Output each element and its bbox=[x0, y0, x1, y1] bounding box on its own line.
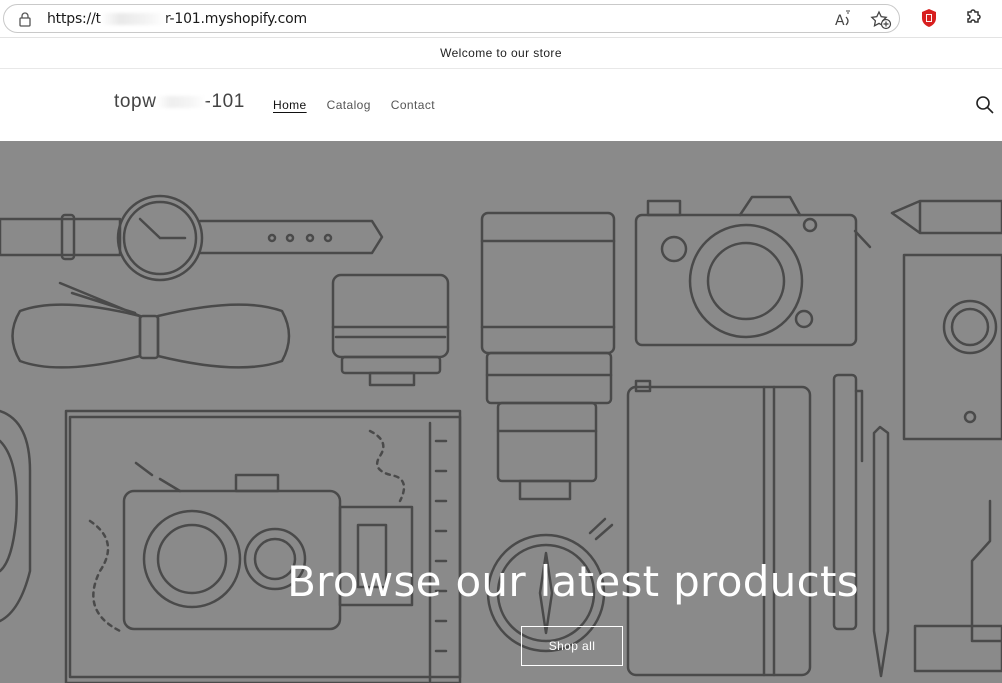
hero-banner: Browse our latest products Shop all bbox=[0, 141, 1002, 683]
bowtie-illustration bbox=[11, 281, 291, 369]
nav-contact[interactable]: Contact bbox=[391, 98, 435, 112]
main-nav: Home Catalog Contact bbox=[273, 98, 435, 112]
shop-all-button[interactable]: Shop all bbox=[521, 626, 623, 666]
search-icon[interactable] bbox=[975, 95, 995, 115]
lens-illustration bbox=[331, 273, 450, 387]
redacted-text bbox=[156, 95, 205, 108]
announcement-bar: Welcome to our store bbox=[0, 37, 1002, 69]
browser-toolbar: https://t r-101.myshopify.com A bbox=[0, 0, 1002, 38]
extensions-icon[interactable] bbox=[963, 7, 983, 27]
watch-illustration bbox=[0, 194, 384, 282]
address-bar[interactable]: https://t r-101.myshopify.com A bbox=[3, 4, 900, 33]
certificate-illustration bbox=[902, 253, 1002, 441]
nav-home[interactable]: Home bbox=[273, 98, 307, 112]
redacted-text bbox=[100, 13, 165, 25]
nav-catalog[interactable]: Catalog bbox=[327, 98, 371, 112]
url-prefix: https://t bbox=[47, 11, 101, 27]
announcement-text: Welcome to our store bbox=[440, 46, 562, 60]
logo-suffix: -101 bbox=[204, 91, 245, 112]
camera-illustration bbox=[634, 195, 872, 347]
lock-icon[interactable] bbox=[17, 11, 33, 27]
svg-text:A: A bbox=[835, 13, 845, 28]
url-suffix: r-101.myshopify.com bbox=[164, 11, 307, 27]
url-text[interactable]: https://t r-101.myshopify.com bbox=[47, 11, 307, 27]
zoom-lens-illustration bbox=[480, 211, 616, 501]
adblock-extension-icon[interactable] bbox=[919, 8, 939, 28]
favorites-icon[interactable] bbox=[870, 10, 892, 30]
hero-title: Browse our latest products bbox=[287, 557, 859, 606]
store-logo[interactable]: topw -101 bbox=[114, 91, 245, 113]
notebook-illustration bbox=[626, 379, 812, 677]
store-header: topw -101 Home Catalog Contact bbox=[0, 69, 1002, 141]
read-aloud-icon[interactable]: A bbox=[834, 10, 856, 28]
logo-prefix: topw bbox=[114, 91, 157, 112]
